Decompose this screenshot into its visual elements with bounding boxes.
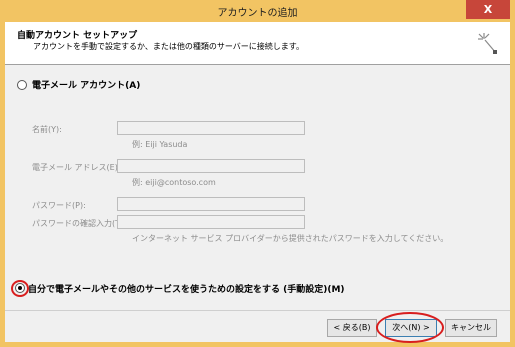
- name-input[interactable]: [117, 121, 305, 135]
- back-button[interactable]: < 戻る(B): [327, 319, 377, 337]
- password-input[interactable]: [117, 197, 305, 211]
- title-bar: アカウントの追加 X: [0, 0, 515, 22]
- email-label: 電子メール アドレス(E):: [32, 163, 121, 172]
- email-account-radio[interactable]: [17, 80, 27, 90]
- dialog-body: 自動アカウント セットアップ アカウントを手動で設定するか、または他の種類のサー…: [5, 22, 510, 343]
- name-hint: 例: Eiji Yasuda: [132, 140, 188, 149]
- footer-divider: [5, 310, 510, 311]
- manual-setup-radio[interactable]: [15, 283, 25, 293]
- password-hint: インターネット サービス プロバイダーから提供されたパスワードを入力してください…: [132, 234, 449, 243]
- header-subtitle: アカウントを手動で設定するか、または他の種類のサーバーに接続します。: [33, 42, 304, 51]
- next-highlight-circle: [376, 312, 444, 343]
- password-confirm-label: パスワードの確認入力(T):: [32, 219, 126, 228]
- wizard-header: 自動アカウント セットアップ アカウントを手動で設定するか、または他の種類のサー…: [5, 22, 510, 65]
- dialog-window: アカウントの追加 X 自動アカウント セットアップ アカウントを手動で設定するか…: [0, 0, 515, 347]
- email-account-label[interactable]: 電子メール アカウント(A): [32, 78, 140, 91]
- wizard-sparkle-icon: [478, 33, 497, 54]
- manual-setup-label[interactable]: 自分で電子メールやその他のサービスを使うための設定をする (手動設定)(M): [28, 282, 345, 295]
- password-confirm-input[interactable]: [117, 215, 305, 229]
- name-label: 名前(Y):: [32, 125, 62, 134]
- email-input[interactable]: [117, 159, 305, 173]
- header-title: 自動アカウント セットアップ: [17, 31, 138, 41]
- radio-selected-dot: [18, 286, 22, 290]
- password-label: パスワード(P):: [32, 201, 86, 210]
- cancel-button[interactable]: キャンセル: [445, 319, 497, 337]
- close-button[interactable]: X: [466, 0, 510, 19]
- window-title: アカウントの追加: [217, 8, 298, 19]
- email-hint: 例: eiji@contoso.com: [132, 178, 216, 187]
